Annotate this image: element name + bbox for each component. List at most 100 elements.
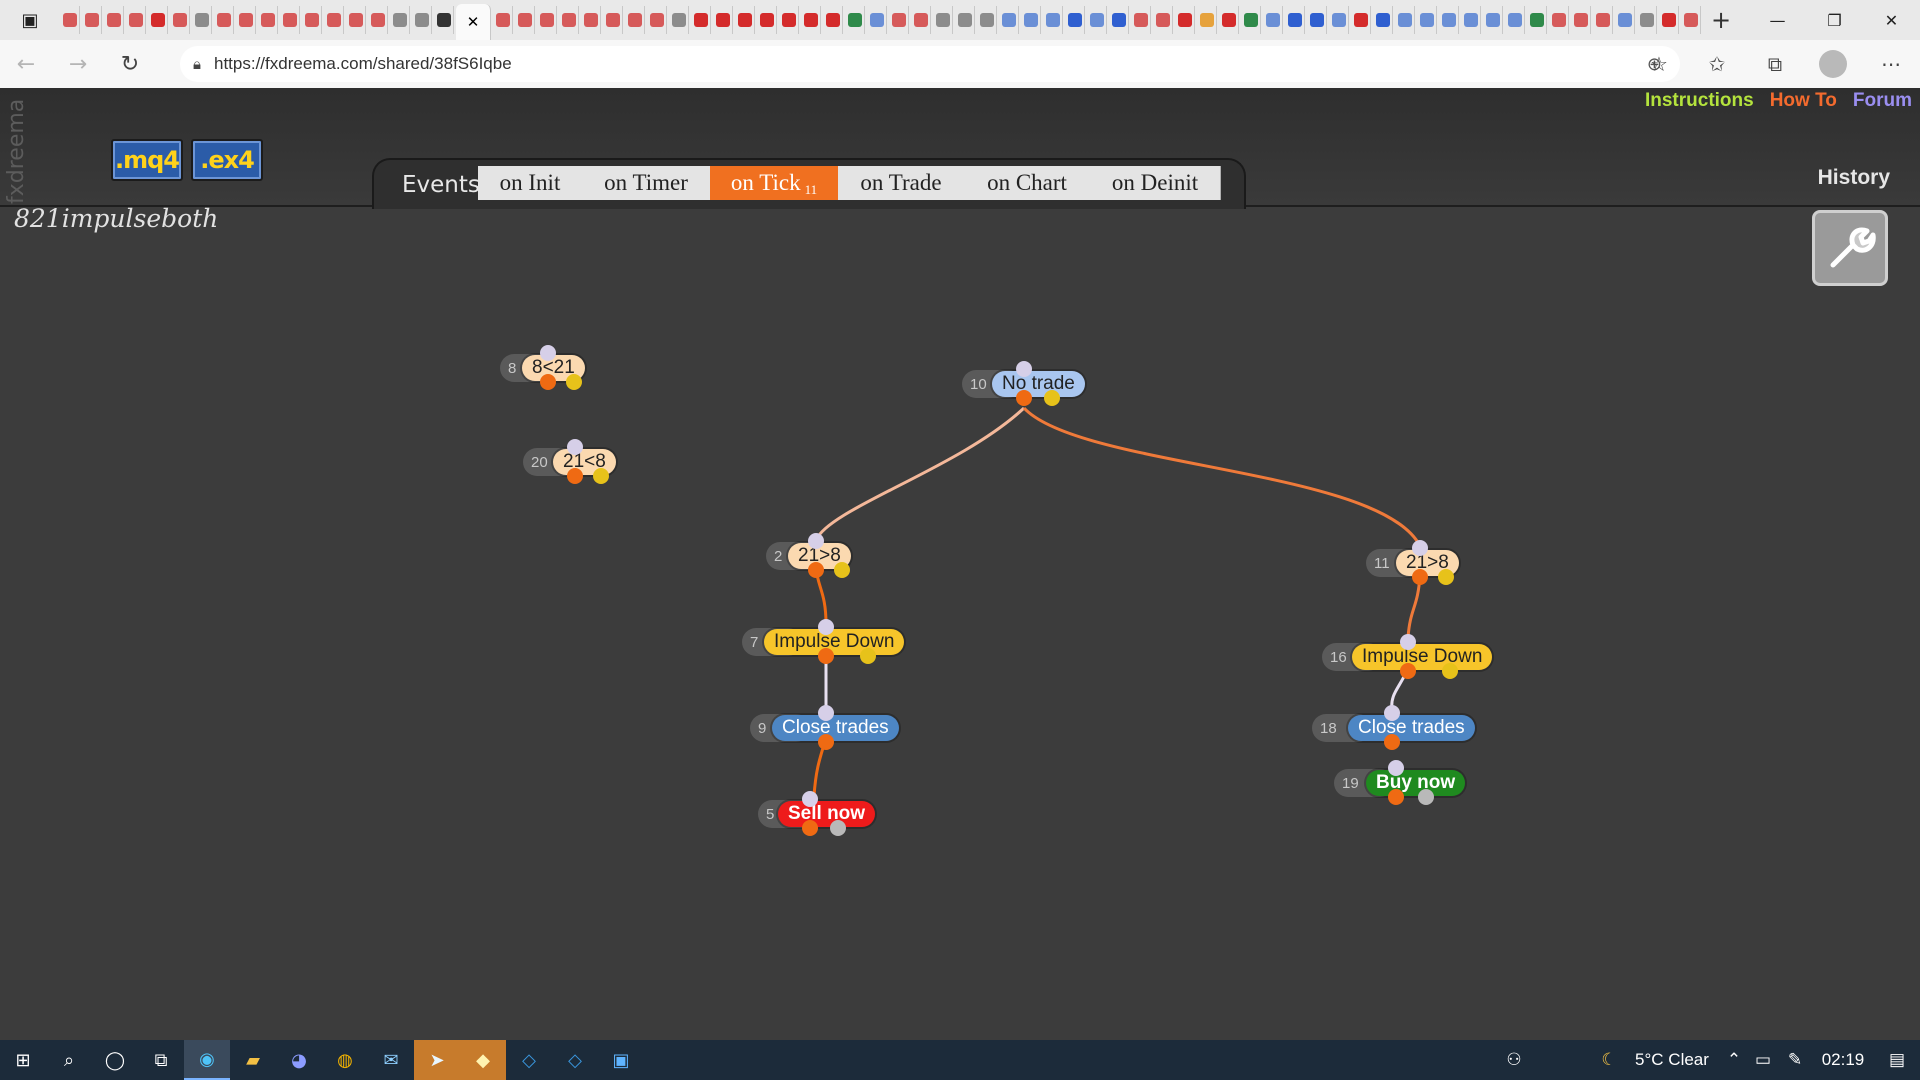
output-connector[interactable]	[1418, 789, 1434, 805]
block-11[interactable]: 11 21>8	[1366, 540, 1476, 585]
browser-tab[interactable]	[713, 6, 733, 34]
browser-tab[interactable]	[214, 6, 234, 34]
output-connector[interactable]	[540, 374, 556, 390]
output-connector[interactable]	[808, 562, 824, 578]
input-connector[interactable]	[1412, 540, 1428, 556]
browser-tab[interactable]	[1637, 6, 1657, 34]
task-view-icon[interactable]: ⧉	[138, 1040, 184, 1080]
browser-tab[interactable]	[1021, 6, 1041, 34]
how-to-link[interactable]: How To	[1770, 90, 1837, 112]
browser-tab[interactable]	[1373, 6, 1393, 34]
browser-tab[interactable]	[192, 6, 212, 34]
browser-tab[interactable]	[1351, 6, 1371, 34]
meet-now-icon[interactable]: ▭	[1748, 1050, 1778, 1070]
mail-icon[interactable]: ✉	[368, 1040, 414, 1080]
browser-tab[interactable]	[368, 6, 388, 34]
output-connector[interactable]	[1044, 390, 1060, 406]
discord-icon[interactable]: ◕	[276, 1040, 322, 1080]
search-icon[interactable]: ⌕	[46, 1040, 92, 1080]
browser-tab[interactable]	[955, 6, 975, 34]
input-connector[interactable]	[802, 791, 818, 807]
active-browser-tab[interactable]: ✕	[456, 4, 491, 40]
output-connector[interactable]	[818, 648, 834, 664]
input-connector[interactable]	[1400, 634, 1416, 650]
browser-tab[interactable]	[757, 6, 777, 34]
browser-tab[interactable]	[779, 6, 799, 34]
browser-tab[interactable]	[933, 6, 953, 34]
browser-tab[interactable]	[1109, 6, 1129, 34]
input-connector[interactable]	[567, 439, 583, 455]
browser-tab[interactable]	[1681, 6, 1701, 34]
weather-text[interactable]: 5°C Clear	[1624, 1050, 1720, 1070]
restore-icon[interactable]: ❐	[1806, 0, 1863, 40]
notifications-icon[interactable]: ▤	[1874, 1050, 1920, 1070]
block-5[interactable]: 5 Sell now	[758, 791, 878, 836]
browser-tab[interactable]	[1043, 6, 1063, 34]
collections-icon[interactable]: ⧉	[1746, 44, 1804, 84]
refresh-icon[interactable]: ↻	[104, 44, 156, 84]
browser-tab[interactable]	[302, 6, 322, 34]
browser-tab[interactable]	[1219, 6, 1239, 34]
input-connector[interactable]	[1388, 760, 1404, 776]
block-label[interactable]: Sell now	[778, 801, 876, 827]
browser-tab[interactable]	[867, 6, 887, 34]
block-18[interactable]: 18 Close trades	[1312, 705, 1475, 750]
browser-tab[interactable]	[1175, 6, 1195, 34]
browser-tab[interactable]	[1527, 6, 1547, 34]
block-8[interactable]: 8 8<21	[500, 345, 600, 390]
browser-tab[interactable]	[1505, 6, 1525, 34]
mq4-button[interactable]: .mq4	[111, 139, 183, 181]
block-9[interactable]: 9 Close trades	[750, 705, 900, 750]
metatrader-icon[interactable]: ◆	[460, 1040, 506, 1080]
browser-tab[interactable]	[1461, 6, 1481, 34]
new-tab-button[interactable]: +	[1701, 6, 1741, 34]
browser-tab[interactable]	[603, 6, 623, 34]
windows-start-icon[interactable]: ⊞	[0, 1040, 46, 1080]
browser-tab[interactable]	[104, 6, 124, 34]
back-icon[interactable]: ←	[0, 44, 52, 84]
tab-on-tick[interactable]: on Tick 11	[710, 166, 839, 200]
browser-tab[interactable]	[60, 6, 80, 34]
output-connector[interactable]	[818, 734, 834, 750]
output-connector[interactable]	[1400, 663, 1416, 679]
block-label[interactable]: Close trades	[772, 715, 899, 741]
output-connector[interactable]	[566, 374, 582, 390]
browser-tab[interactable]	[82, 6, 102, 34]
output-connector[interactable]	[830, 820, 846, 836]
output-connector[interactable]	[860, 648, 876, 664]
browser-tab[interactable]	[412, 6, 432, 34]
browser-tab[interactable]	[1065, 6, 1085, 34]
browser-tab[interactable]	[1571, 6, 1591, 34]
telegram-icon[interactable]: ➤	[414, 1040, 460, 1080]
browser-tab[interactable]	[515, 6, 535, 34]
browser-tab[interactable]	[1307, 6, 1327, 34]
browser-tab[interactable]	[669, 6, 689, 34]
browser-tab[interactable]	[1131, 6, 1151, 34]
history-link[interactable]: History	[1818, 166, 1890, 190]
output-connector[interactable]	[1388, 789, 1404, 805]
edge-browser-icon[interactable]: ◉	[184, 1040, 230, 1080]
browser-tab[interactable]	[1483, 6, 1503, 34]
browser-tab[interactable]	[1549, 6, 1569, 34]
vscode-icon[interactable]: ◇	[506, 1040, 552, 1080]
browser-tab[interactable]	[1615, 6, 1635, 34]
browser-tab[interactable]	[434, 6, 454, 34]
browser-tab[interactable]	[1241, 6, 1261, 34]
output-connector[interactable]	[802, 820, 818, 836]
browser-tab[interactable]	[280, 6, 300, 34]
browser-tab[interactable]	[258, 6, 278, 34]
weather-moon-icon[interactable]: ☾	[1594, 1050, 1624, 1070]
input-connector[interactable]	[1016, 361, 1032, 377]
output-connector[interactable]	[593, 468, 609, 484]
browser-tab[interactable]	[1395, 6, 1415, 34]
browser-tab[interactable]	[735, 6, 755, 34]
browser-tab[interactable]	[390, 6, 410, 34]
chrome-icon[interactable]: ◍	[322, 1040, 368, 1080]
pen-icon[interactable]: ✎	[1778, 1050, 1812, 1070]
browser-tab[interactable]	[537, 6, 557, 34]
tab-on-chart[interactable]: on Chart	[964, 166, 1091, 200]
tab-on-deinit[interactable]: on Deinit	[1090, 166, 1221, 200]
profile-avatar[interactable]	[1819, 50, 1847, 78]
browser-tab[interactable]	[559, 6, 579, 34]
browser-tab[interactable]	[625, 6, 645, 34]
